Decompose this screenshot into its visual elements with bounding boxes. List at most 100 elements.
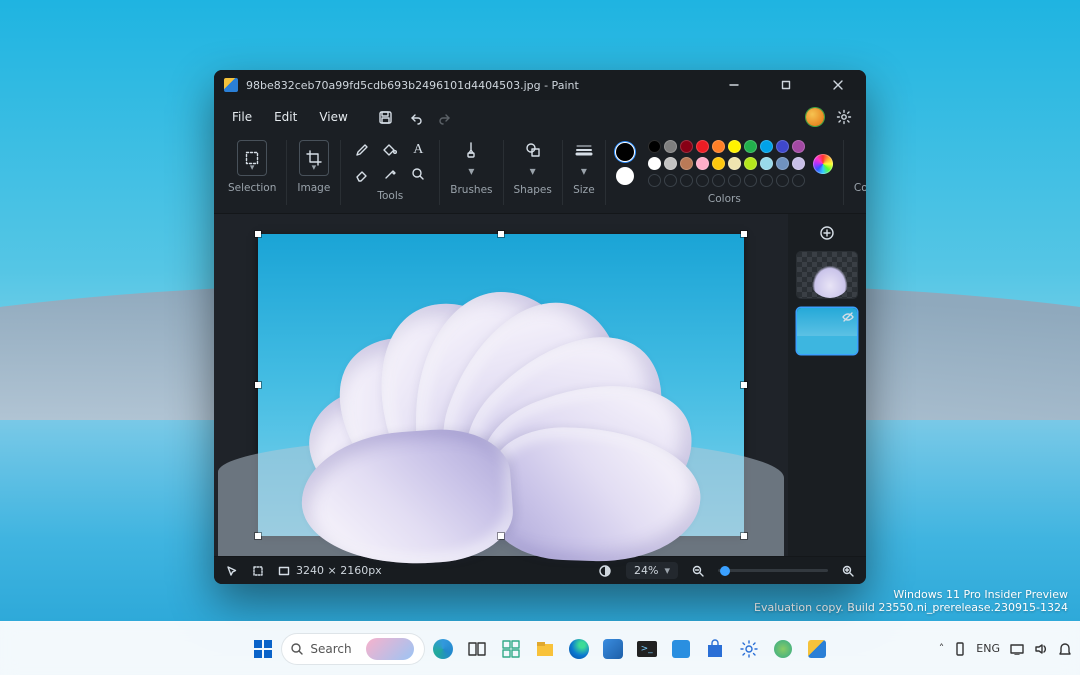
color-swatch[interactable]: [696, 157, 709, 170]
color1-swatch[interactable]: [616, 143, 634, 161]
start-button[interactable]: [248, 634, 278, 664]
app-icon-1[interactable]: [598, 634, 628, 664]
user-avatar[interactable]: [806, 108, 824, 126]
color-swatch[interactable]: [696, 174, 709, 187]
resize-handle[interactable]: [255, 382, 261, 388]
group-cocreator: Cocreator: [843, 140, 866, 205]
color-swatch[interactable]: [760, 174, 773, 187]
brush-tool[interactable]: [460, 140, 482, 160]
group-shapes: ▾ Shapes: [503, 140, 558, 205]
size-tool[interactable]: [573, 140, 595, 160]
edge-icon[interactable]: [564, 634, 594, 664]
color-swatch[interactable]: [744, 157, 757, 170]
color-swatch[interactable]: [776, 140, 789, 153]
color-swatch[interactable]: [760, 140, 773, 153]
color-swatch[interactable]: [648, 140, 661, 153]
pencil-tool[interactable]: [351, 140, 373, 160]
taskbar-search[interactable]: Search: [282, 634, 423, 664]
taskbar[interactable]: Search >_ ˄ ENG: [0, 621, 1080, 675]
color-swatch[interactable]: [792, 140, 805, 153]
resize-handle[interactable]: [741, 382, 747, 388]
menu-view[interactable]: View: [309, 105, 357, 129]
color-swatch[interactable]: [728, 140, 741, 153]
add-layer-button[interactable]: [818, 224, 836, 242]
volume-icon[interactable]: [1034, 643, 1048, 655]
settings-icon[interactable]: [734, 634, 764, 664]
zoom-out-button[interactable]: [692, 565, 704, 577]
color-swatch[interactable]: [648, 157, 661, 170]
network-icon[interactable]: [1010, 643, 1024, 655]
color-swatch[interactable]: [680, 157, 693, 170]
color-swatch[interactable]: [712, 174, 725, 187]
redo-button[interactable]: [432, 104, 460, 130]
close-button[interactable]: [816, 70, 860, 100]
terminal-icon[interactable]: >_: [632, 634, 662, 664]
layer-thumb-1[interactable]: [797, 252, 857, 298]
text-tool[interactable]: A: [407, 140, 429, 160]
resize-handle[interactable]: [741, 231, 747, 237]
select-tool[interactable]: ▾: [237, 140, 267, 176]
tray-usb-icon[interactable]: [954, 642, 966, 656]
color-swatch[interactable]: [792, 157, 805, 170]
canvas[interactable]: [258, 234, 744, 536]
maximize-button[interactable]: [764, 70, 808, 100]
crop-tool[interactable]: ▾: [299, 140, 329, 176]
eraser-tool[interactable]: [351, 164, 373, 184]
color-swatch[interactable]: [776, 157, 789, 170]
notification-icon[interactable]: [1058, 642, 1072, 656]
color-swatch[interactable]: [712, 157, 725, 170]
menu-edit[interactable]: Edit: [264, 105, 307, 129]
shapes-tool[interactable]: [522, 140, 544, 160]
magnifier-tool[interactable]: [407, 164, 429, 184]
minimize-button[interactable]: [712, 70, 756, 100]
undo-button[interactable]: [402, 104, 430, 130]
lang-indicator[interactable]: ENG: [976, 642, 1000, 655]
titlebar[interactable]: 98be832ceb70a99fd5cdb693b2496101d4404503…: [214, 70, 866, 100]
color-swatch[interactable]: [728, 157, 741, 170]
zoom-in-button[interactable]: [842, 565, 854, 577]
color-picker-tool[interactable]: [379, 164, 401, 184]
color-swatch[interactable]: [712, 140, 725, 153]
task-view-icon[interactable]: [462, 634, 492, 664]
color-management-icon[interactable]: [598, 564, 612, 578]
color-swatch[interactable]: [696, 140, 709, 153]
widgets-icon[interactable]: [496, 634, 526, 664]
visibility-icon[interactable]: [842, 311, 854, 323]
fill-tool[interactable]: [379, 140, 401, 160]
color-swatch[interactable]: [744, 174, 757, 187]
explorer-icon[interactable]: [530, 634, 560, 664]
color-swatch[interactable]: [680, 174, 693, 187]
color-swatch[interactable]: [664, 140, 677, 153]
color-swatch[interactable]: [760, 157, 773, 170]
chevron-down-icon: ▾: [581, 164, 587, 178]
store-icon[interactable]: [700, 634, 730, 664]
resize-handle[interactable]: [255, 533, 261, 539]
resize-handle[interactable]: [255, 231, 261, 237]
layer-thumb-2[interactable]: [797, 308, 857, 354]
color-swatch[interactable]: [648, 174, 661, 187]
resize-handle[interactable]: [498, 231, 504, 237]
settings-button[interactable]: [830, 104, 858, 130]
copilot-icon[interactable]: [428, 634, 458, 664]
resize-handle[interactable]: [498, 533, 504, 539]
save-button[interactable]: [372, 104, 400, 130]
tray-chevron-icon[interactable]: ˄: [939, 642, 945, 655]
zoom-dropdown[interactable]: 24% ▾: [626, 562, 678, 579]
resize-handle[interactable]: [741, 533, 747, 539]
color-swatch[interactable]: [680, 140, 693, 153]
app-icon-2[interactable]: [666, 634, 696, 664]
color-swatch[interactable]: [744, 140, 757, 153]
color-swatch[interactable]: [792, 174, 805, 187]
cocreator-button[interactable]: [865, 140, 866, 176]
color-swatch[interactable]: [664, 174, 677, 187]
color-swatch[interactable]: [664, 157, 677, 170]
color-swatch[interactable]: [776, 174, 789, 187]
edit-colors-button[interactable]: [813, 154, 833, 174]
zoom-slider[interactable]: [718, 569, 828, 572]
menu-file[interactable]: File: [222, 105, 262, 129]
color-swatch[interactable]: [728, 174, 741, 187]
paint-taskbar-icon[interactable]: [802, 634, 832, 664]
canvas-area[interactable]: [214, 214, 788, 556]
app-icon-3[interactable]: [768, 634, 798, 664]
color2-swatch[interactable]: [616, 167, 634, 185]
